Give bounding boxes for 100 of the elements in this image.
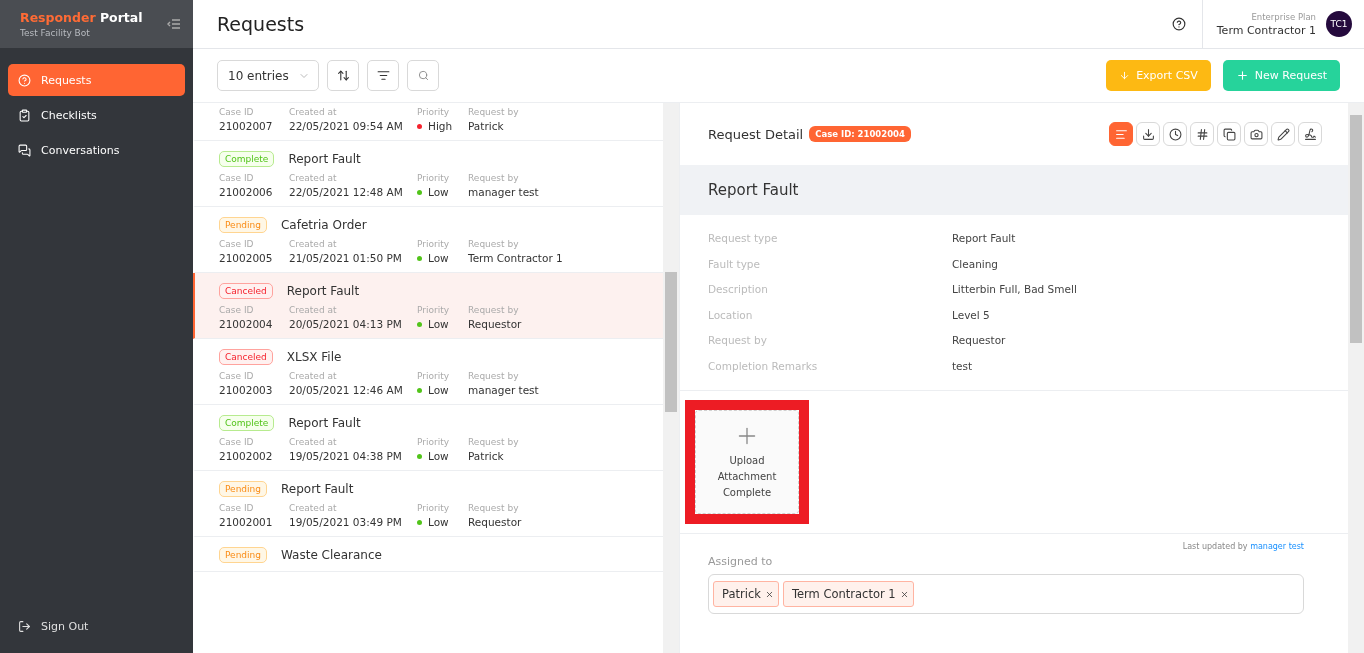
request-title: Cafetria Order bbox=[281, 218, 367, 232]
meta-label: Request by bbox=[468, 371, 520, 381]
status-tag: Pending bbox=[219, 481, 267, 497]
meta-label: Case ID bbox=[219, 503, 255, 513]
meta-label: Priority bbox=[417, 239, 451, 249]
meta-label: Created at bbox=[289, 371, 338, 381]
meta-label: Priority bbox=[417, 173, 451, 183]
meta-label: Created at bbox=[289, 107, 338, 117]
meta-value: 20/05/2021 12:46 AM bbox=[289, 384, 404, 396]
meta-value: Requestor bbox=[468, 516, 523, 528]
status-tag: Canceled bbox=[219, 349, 273, 365]
meta-label: Priority bbox=[417, 437, 451, 447]
meta-label: Request by bbox=[468, 305, 520, 315]
filter-button[interactable] bbox=[367, 60, 399, 91]
page-title: Requests bbox=[217, 13, 306, 35]
brand-name: Responder Portal bbox=[20, 10, 143, 25]
meta-value: 21002005 bbox=[219, 252, 274, 264]
account-name: Term Contractor 1 bbox=[1216, 23, 1316, 37]
copy-icon bbox=[1222, 127, 1236, 141]
filter-icon bbox=[376, 69, 390, 82]
detail-heading: Request Detail bbox=[708, 126, 804, 142]
status-tag: Pending bbox=[219, 217, 267, 233]
meta-label: Priority bbox=[417, 503, 451, 513]
meta-value: 22/05/2021 12:48 AM bbox=[289, 186, 404, 198]
last-updated-text: Last updated by manager test bbox=[1182, 542, 1304, 551]
scrollbar[interactable] bbox=[1348, 103, 1364, 653]
nav-item[interactable]: Checklists bbox=[8, 99, 185, 131]
sign-out-link[interactable]: Sign Out bbox=[0, 620, 193, 653]
remove-icon[interactable] bbox=[764, 589, 774, 599]
status-tag: Pending bbox=[219, 547, 267, 563]
field-value: Requestor bbox=[952, 333, 1007, 348]
upload-button[interactable]: Upload Attachment Complete bbox=[695, 410, 799, 514]
meta-value: 21002004 bbox=[219, 318, 274, 330]
meta-label: Priority bbox=[417, 371, 451, 381]
meta-value: manager test bbox=[468, 384, 540, 396]
field-label: Completion Remarks bbox=[708, 358, 819, 374]
meta-label: Created at bbox=[289, 503, 338, 513]
assignee-tag[interactable]: Term Contractor 1 bbox=[782, 581, 914, 607]
field-value: Litterbin Full, Bad Smell bbox=[952, 282, 1078, 297]
pencil-icon bbox=[1276, 127, 1290, 141]
meta-label: Created at bbox=[289, 173, 338, 183]
assignee-tag[interactable]: Patrick bbox=[713, 581, 779, 607]
download-icon bbox=[1141, 127, 1155, 141]
meta-label: Case ID bbox=[219, 173, 255, 183]
scrollbar[interactable] bbox=[663, 103, 679, 653]
meta-label: Case ID bbox=[219, 107, 255, 117]
meta-label: Case ID bbox=[219, 371, 255, 381]
case-id-badge: Case ID: 21002004 bbox=[809, 126, 911, 142]
user-avatar[interactable]: TC1 bbox=[1326, 11, 1352, 37]
lines-icon bbox=[1114, 127, 1128, 141]
hash-icon bbox=[1195, 127, 1209, 141]
request-title: Report Fault bbox=[286, 284, 360, 298]
meta-value: 21002001 bbox=[219, 516, 274, 528]
field-value: test bbox=[952, 358, 974, 374]
status-tag: Complete bbox=[219, 415, 275, 431]
request-title: Waste Clearance bbox=[281, 548, 382, 562]
assignee-field[interactable]: Patrick Term Contractor 1 bbox=[708, 574, 1304, 614]
meta-value: Low bbox=[428, 318, 449, 330]
nav-item[interactable]: Conversations bbox=[8, 134, 185, 166]
meta-value: Low bbox=[428, 384, 449, 396]
meta-value: Low bbox=[428, 186, 449, 198]
field-label: Fault type bbox=[708, 256, 761, 272]
meta-label: Priority bbox=[417, 305, 451, 315]
meta-label: Priority bbox=[417, 107, 451, 117]
meta-value: 21002007 bbox=[219, 120, 274, 132]
meta-value: 22/05/2021 09:54 AM bbox=[289, 120, 404, 132]
help-icon[interactable] bbox=[1171, 17, 1186, 31]
meta-value: 21002003 bbox=[219, 384, 274, 396]
meta-label: Request by bbox=[468, 437, 520, 447]
meta-label: Request by bbox=[468, 503, 520, 513]
request-title: Report Fault bbox=[288, 152, 361, 166]
request-title: Report Fault bbox=[288, 416, 361, 430]
meta-value: manager test bbox=[468, 186, 540, 198]
clipboard-check-icon bbox=[18, 108, 31, 122]
field-value: Report Fault bbox=[952, 231, 1017, 246]
meta-label: Created at bbox=[289, 437, 338, 447]
collapse-icon[interactable] bbox=[167, 18, 181, 30]
meta-value: Patrick bbox=[468, 120, 505, 132]
status-tag: Canceled bbox=[219, 283, 273, 299]
entries-select[interactable]: 10 entries bbox=[217, 60, 319, 91]
remove-icon[interactable] bbox=[899, 589, 909, 599]
meta-value: Patrick bbox=[468, 450, 505, 462]
chat-icon bbox=[18, 143, 31, 157]
field-value: Level 5 bbox=[952, 307, 991, 323]
help-icon bbox=[18, 73, 31, 87]
meta-value: 21/05/2021 01:50 PM bbox=[289, 252, 403, 264]
meta-value: 21002006 bbox=[219, 186, 274, 198]
meta-value: High bbox=[428, 120, 453, 132]
meta-value: Low bbox=[428, 450, 449, 462]
request-title: Report Fault bbox=[281, 482, 354, 496]
sign-out-icon bbox=[18, 620, 31, 633]
meta-label: Request by bbox=[468, 173, 520, 183]
detail-title: Report Fault bbox=[708, 181, 799, 199]
meta-value: 21002002 bbox=[219, 450, 274, 462]
meta-label: Request by bbox=[468, 239, 520, 249]
meta-value: 19/05/2021 03:49 PM bbox=[289, 516, 403, 528]
request-item[interactable]: Canceled Report Fault Case ID 21002004 Created at 20/05/2021 04:13 PM Priority Low Request by Requestor bbox=[193, 273, 663, 339]
sort-button[interactable] bbox=[327, 60, 359, 91]
search-icon bbox=[417, 70, 429, 81]
meta-label: Case ID bbox=[219, 239, 255, 249]
